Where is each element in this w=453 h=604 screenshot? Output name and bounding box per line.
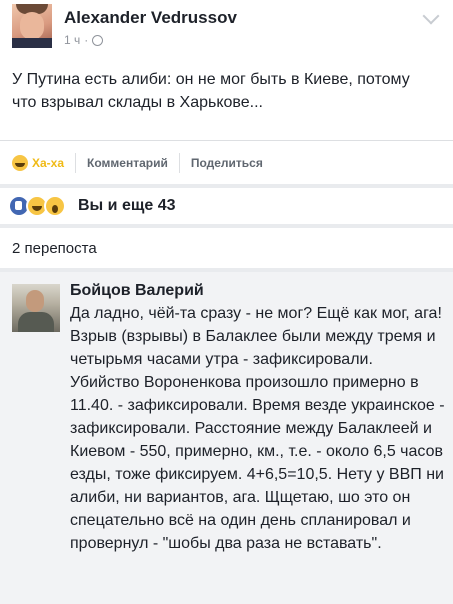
shares-count: 2 перепоста: [12, 239, 97, 257]
haha-reaction-button[interactable]: Ха-ха: [0, 153, 75, 173]
comment-text: Да ладно, чёй-та сразу - не мог? Ещё как…: [70, 305, 445, 552]
comment-button[interactable]: Комментарий: [75, 153, 179, 173]
reactions-summary[interactable]: Вы и еще 43: [0, 188, 453, 224]
post-meta: 1 ч ·: [64, 33, 104, 47]
reaction-icons: [8, 195, 66, 217]
globe-icon: [92, 34, 104, 46]
commenter-avatar[interactable]: [12, 284, 60, 332]
chevron-down-icon[interactable]: [422, 7, 440, 25]
post-author-name[interactable]: Alexander Vedrussov: [64, 8, 237, 28]
post-card: Alexander Vedrussov 1 ч · У Путина есть …: [0, 0, 453, 184]
comment: Бойцов Валерий Да ладно, чёй-та сразу - …: [0, 272, 453, 604]
haha-icon: [12, 155, 28, 171]
post-text: У Путина есть алиби: он не мог быть в Ки…: [12, 71, 410, 111]
wow-icon: [44, 195, 66, 217]
post-actions: Ха-ха Комментарий Поделиться: [0, 148, 453, 178]
post-timestamp[interactable]: 1 ч: [64, 33, 80, 47]
share-label: Поделиться: [190, 156, 263, 170]
shares-row[interactable]: 2 перепоста: [0, 228, 453, 268]
share-button[interactable]: Поделиться: [178, 153, 274, 173]
separator: ·: [84, 33, 89, 47]
haha-label: Ха-ха: [32, 156, 65, 170]
commenter-name[interactable]: Бойцов Валерий: [70, 282, 204, 300]
reaction-count: Вы и еще 43: [78, 197, 176, 214]
comment-label: Комментарий: [87, 156, 168, 170]
author-avatar[interactable]: [12, 4, 52, 48]
divider: [0, 140, 453, 141]
